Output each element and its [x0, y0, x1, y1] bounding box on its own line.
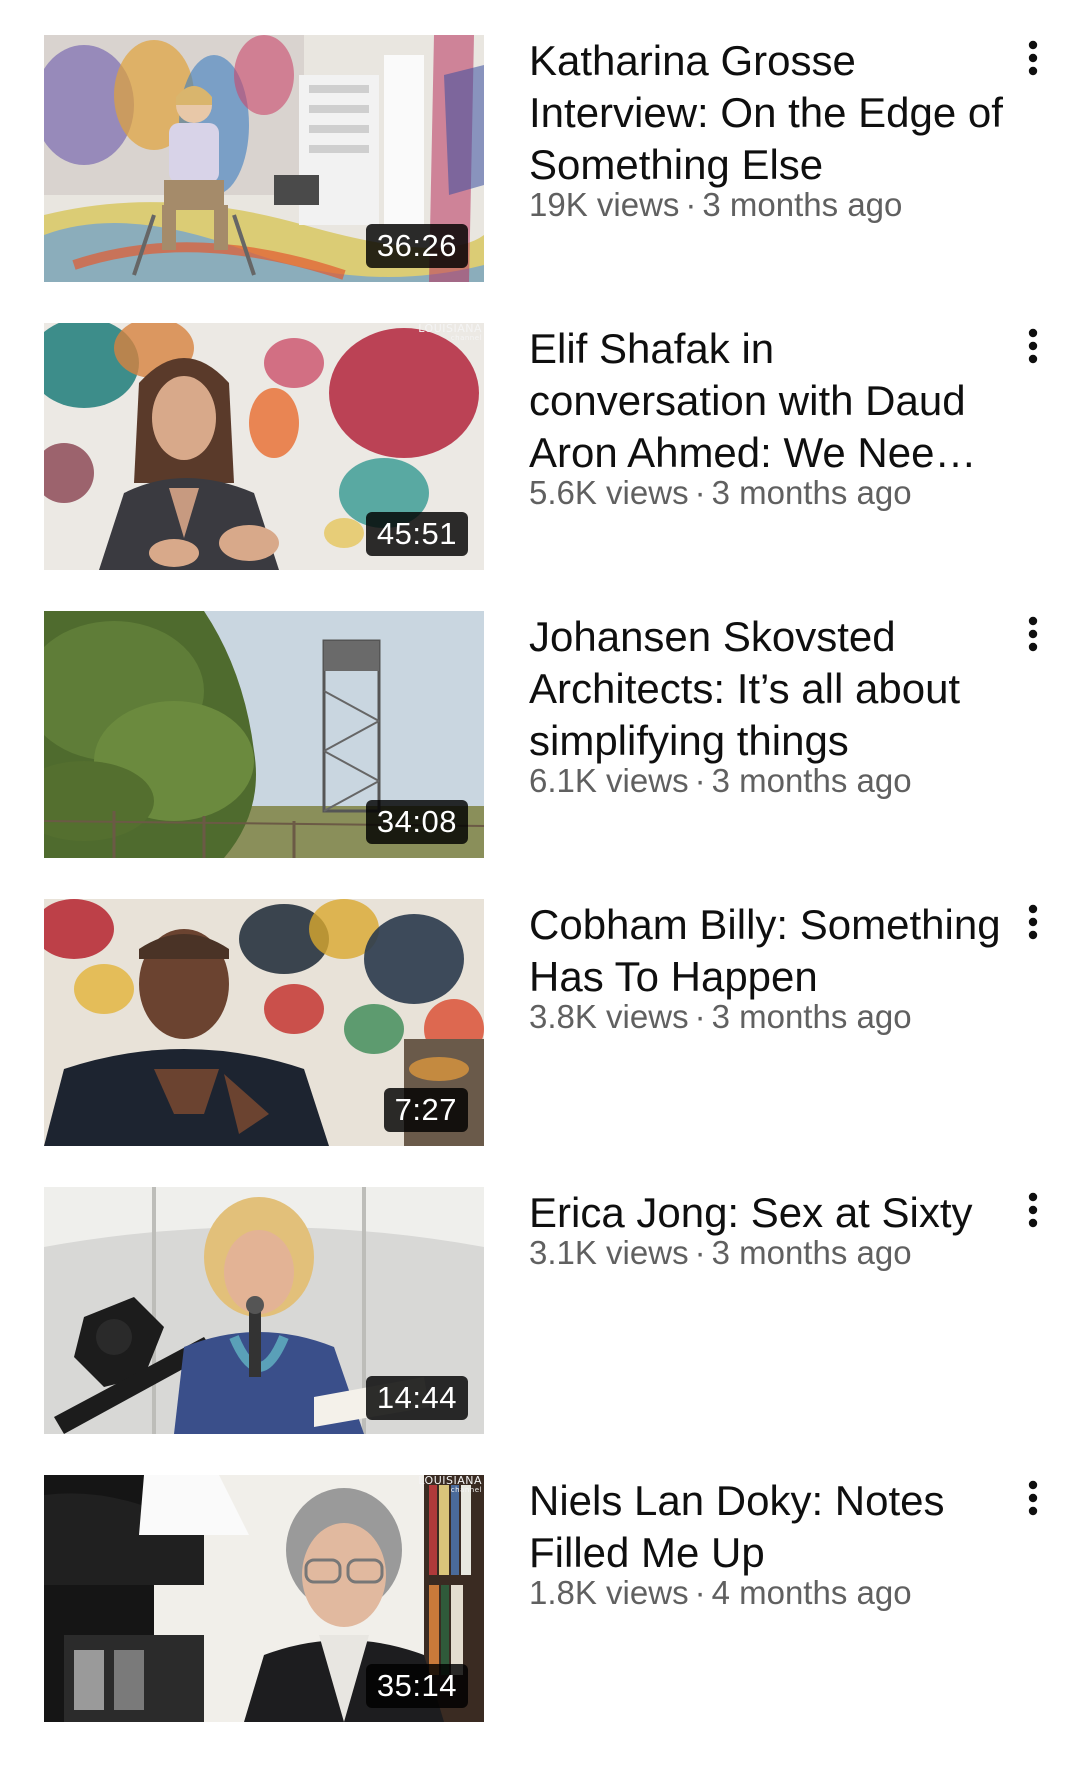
video-info[interactable]: Niels Lan Doky: Notes Filled Me Up 1.8K …	[529, 1475, 1009, 1613]
video-views: 3.8K views	[529, 998, 689, 1035]
video-title[interactable]: Niels Lan Doky: Notes Filled Me Up	[529, 1475, 1009, 1579]
more-vertical-icon	[1028, 328, 1038, 364]
more-vertical-icon	[1028, 1480, 1038, 1516]
video-duration: 7:27	[383, 1088, 468, 1132]
video-age: 4 months ago	[711, 1574, 912, 1611]
video-views: 5.6K views	[529, 474, 689, 511]
video-thumbnail[interactable]: 7:27	[44, 899, 484, 1146]
video-views: 3.1K views	[529, 1234, 689, 1271]
video-duration: 45:51	[365, 512, 468, 556]
video-duration: 35:14	[365, 1664, 468, 1708]
more-options-button[interactable]	[1010, 901, 1056, 961]
video-meta: 6.1K views · 3 months ago	[529, 761, 1009, 801]
video-age: 3 months ago	[711, 474, 912, 511]
video-info[interactable]: Elif Shafak in conversation with Daud Ar…	[529, 323, 1009, 513]
video-item[interactable]: LOUISIANA channel 35:14 Niels Lan Doky: N…	[0, 1475, 1080, 1723]
video-item[interactable]: LOUISIANA channel 45:51 Elif Shafak in co…	[0, 323, 1080, 571]
video-item[interactable]: 34:08 Johansen Skovsted Architects: It’s…	[0, 611, 1080, 859]
meta-separator: ·	[694, 998, 706, 1035]
meta-separator: ·	[685, 186, 697, 223]
video-meta: 3.8K views · 3 months ago	[529, 997, 1009, 1037]
video-item[interactable]: 14:44 Erica Jong: Sex at Sixty 3.1K view…	[0, 1187, 1080, 1435]
more-options-button[interactable]	[1010, 1477, 1056, 1537]
more-options-button[interactable]	[1010, 37, 1056, 97]
video-views: 1.8K views	[529, 1574, 689, 1611]
channel-watermark: LOUISIANA channel	[418, 323, 482, 342]
video-info[interactable]: Johansen Skovsted Architects: It’s all a…	[529, 611, 1009, 801]
video-meta: 3.1K views · 3 months ago	[529, 1233, 1009, 1273]
video-title[interactable]: Johansen Skovsted Architects: It’s all a…	[529, 611, 1009, 767]
video-views: 19K views	[529, 186, 680, 223]
meta-separator: ·	[694, 1574, 706, 1611]
video-info[interactable]: Katharina Grosse Interview: On the Edge …	[529, 35, 1009, 225]
video-title[interactable]: Cobham Billy: Something Has To Happen	[529, 899, 1009, 1003]
video-item[interactable]: 36:26 Katharina Grosse Interview: On the…	[0, 35, 1080, 283]
video-age: 3 months ago	[711, 998, 912, 1035]
video-thumbnail[interactable]: 36:26	[44, 35, 484, 282]
more-vertical-icon	[1028, 1192, 1038, 1228]
video-meta: 1.8K views · 4 months ago	[529, 1573, 1009, 1613]
more-vertical-icon	[1028, 616, 1038, 652]
video-title[interactable]: Elif Shafak in conversation with Daud Ar…	[529, 323, 1009, 479]
video-info[interactable]: Cobham Billy: Something Has To Happen 3.…	[529, 899, 1009, 1037]
video-thumbnail[interactable]: 34:08	[44, 611, 484, 858]
channel-watermark: LOUISIANA channel	[418, 1475, 482, 1494]
video-age: 3 months ago	[702, 186, 903, 223]
video-item[interactable]: 7:27 Cobham Billy: Something Has To Happ…	[0, 899, 1080, 1147]
more-options-button[interactable]	[1010, 613, 1056, 673]
more-options-button[interactable]	[1010, 325, 1056, 385]
video-meta: 19K views · 3 months ago	[529, 185, 1009, 225]
more-vertical-icon	[1028, 904, 1038, 940]
video-thumbnail[interactable]: 14:44	[44, 1187, 484, 1434]
video-age: 3 months ago	[711, 1234, 912, 1271]
video-title[interactable]: Katharina Grosse Interview: On the Edge …	[529, 35, 1009, 191]
meta-separator: ·	[694, 762, 706, 799]
more-vertical-icon	[1028, 40, 1038, 76]
video-age: 3 months ago	[711, 762, 912, 799]
video-duration: 36:26	[365, 224, 468, 268]
video-title[interactable]: Erica Jong: Sex at Sixty	[529, 1187, 1009, 1239]
meta-separator: ·	[694, 1234, 706, 1271]
video-views: 6.1K views	[529, 762, 689, 799]
meta-separator: ·	[694, 474, 706, 511]
video-meta: 5.6K views · 3 months ago	[529, 473, 1009, 513]
video-thumbnail[interactable]: LOUISIANA channel 35:14	[44, 1475, 484, 1722]
video-duration: 14:44	[365, 1376, 468, 1420]
video-thumbnail[interactable]: LOUISIANA channel 45:51	[44, 323, 484, 570]
video-info[interactable]: Erica Jong: Sex at Sixty 3.1K views · 3 mo…	[529, 1187, 1009, 1273]
video-duration: 34:08	[365, 800, 468, 844]
more-options-button[interactable]	[1010, 1189, 1056, 1249]
video-list: 36:26 Katharina Grosse Interview: On the…	[0, 0, 1080, 1777]
